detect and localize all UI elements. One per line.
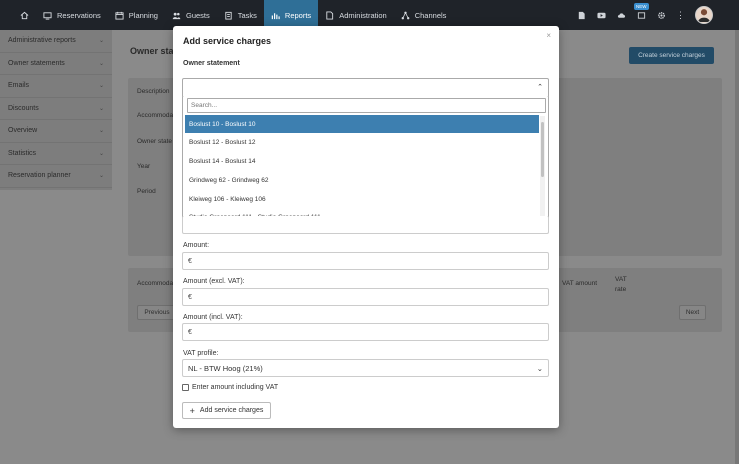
table-header-vat-rate: VAT rate: [615, 276, 627, 293]
nav-planning-label: Planning: [128, 10, 158, 20]
table-header-accommodation: Accommoda: [137, 280, 174, 287]
nav-reservations[interactable]: Reservations: [36, 0, 108, 30]
sidebar-item-label: Reservation planner: [8, 172, 71, 180]
nav-guests-label: Guests: [185, 10, 210, 20]
new-feature-icon[interactable]: NEW: [634, 3, 649, 20]
owner-statement-field-label: Owner statement: [183, 60, 240, 67]
plus-icon: +: [189, 405, 195, 416]
chevron-down-icon: ⌄: [98, 128, 104, 135]
page-scrollbar[interactable]: [735, 30, 739, 464]
dropdown-search-input[interactable]: [187, 98, 546, 113]
dropdown-option[interactable]: Boslust 10 - Boslust 10: [185, 115, 539, 133]
chart-icon: [271, 11, 280, 20]
sidebar-item-administrative-reports[interactable]: Administrative reports ⌄: [0, 30, 112, 53]
chevron-down-icon: ⌄: [98, 105, 104, 112]
nav-reports-label: Reports: [284, 10, 312, 20]
sidebar-item-overview[interactable]: Overview ⌄: [0, 120, 112, 143]
include-vat-checkbox[interactable]: [182, 384, 189, 391]
add-service-charges-button[interactable]: + Add service charges: [182, 402, 271, 419]
hidden-field-input[interactable]: [182, 216, 549, 234]
dropdown-option[interactable]: Kleiweg 106 - Kleiweg 106: [185, 190, 539, 208]
add-service-charges-modal: Add service charges × Owner statement ⌃ …: [173, 26, 559, 428]
owner-statement-label: Owner state: [137, 138, 173, 145]
chevron-down-icon: ⌄: [98, 60, 104, 67]
nav-planning[interactable]: Planning: [108, 0, 165, 30]
chevron-down-icon: ⌄: [98, 38, 104, 45]
amount-excl-vat-input[interactable]: €: [182, 288, 549, 306]
add-service-charges-label: Add service charges: [199, 407, 264, 414]
sidebar-item-discounts[interactable]: Discounts ⌄: [0, 98, 112, 120]
vat-profile-label: VAT profile:: [183, 350, 219, 357]
sidebar-item-label: Emails: [8, 82, 30, 90]
sidebar-item-owner-statements[interactable]: Owner statements ⌄: [0, 53, 112, 75]
accommodation-label: Accommoda: [137, 112, 174, 119]
previous-button[interactable]: Previous: [137, 305, 177, 320]
nav-reservations-label: Reservations: [57, 10, 101, 20]
nav-channels-label: Channels: [414, 10, 447, 20]
owner-statement-dropdown: Boslust 10 - Boslust 10 Boslust 12 - Bos…: [182, 97, 549, 218]
tv-icon: [43, 11, 52, 20]
home-icon: [20, 11, 29, 20]
currency-symbol: €: [188, 257, 192, 265]
nav-tasks-label: Tasks: [237, 10, 257, 20]
amount-incl-vat-label: Amount (incl. VAT):: [183, 314, 243, 321]
owner-statement-select[interactable]: ⌃: [182, 78, 549, 98]
file-icon: [325, 10, 334, 20]
create-service-charges-button[interactable]: Create service charges: [629, 47, 714, 64]
include-vat-checkbox-row[interactable]: Enter amount including VAT: [182, 384, 278, 391]
chevron-up-icon: ⌃: [537, 84, 543, 91]
currency-symbol: €: [188, 328, 192, 336]
nav-administration-label: Administration: [339, 10, 387, 20]
description-label: Description: [137, 88, 170, 95]
sidebar-item-emails[interactable]: Emails ⌄: [0, 75, 112, 98]
period-label: Period: [137, 188, 156, 195]
chevron-down-icon: ⌄: [98, 173, 104, 180]
vat-profile-value: NL - BTW Hoog (21%): [188, 363, 263, 373]
sidebar-item-label: Discounts: [8, 104, 39, 112]
users-icon: [172, 11, 181, 20]
close-icon[interactable]: ×: [546, 31, 551, 40]
sidebar-item-label: Administrative reports: [8, 37, 76, 45]
modal-title: Add service charges: [183, 36, 272, 46]
amount-excl-vat-label: Amount (excl. VAT):: [183, 278, 245, 285]
dropdown-option[interactable]: Grindweg 62 - Grindweg 62: [185, 171, 539, 189]
sidebar: Administrative reports ⌄ Owner statements…: [0, 30, 112, 190]
chevron-down-icon: ⌄: [98, 83, 104, 90]
amount-label: Amount:: [183, 242, 210, 249]
more-menu-icon[interactable]: ⋮: [676, 10, 685, 21]
cloud-download-icon[interactable]: [616, 10, 626, 20]
vat-profile-select[interactable]: NL - BTW Hoog (21%) ⌄: [182, 359, 549, 377]
amount-input[interactable]: €: [182, 252, 549, 270]
chevron-down-icon: ⌄: [536, 363, 543, 373]
calendar-icon: [115, 11, 124, 20]
invoice-icon[interactable]: [576, 10, 586, 20]
nav-home[interactable]: [0, 0, 36, 30]
chevron-down-icon: ⌄: [98, 150, 104, 157]
currency-symbol: €: [188, 293, 192, 301]
include-vat-checkbox-label: Enter amount including VAT: [192, 384, 279, 391]
page-title: Owner stat: [130, 46, 177, 56]
sidebar-item-label: Statistics: [8, 149, 37, 157]
next-button[interactable]: Next: [679, 305, 706, 320]
amount-incl-vat-input[interactable]: €: [182, 323, 549, 341]
sidebar-item-statistics[interactable]: Statistics ⌄: [0, 143, 112, 165]
clipboard-icon: [224, 11, 233, 20]
dropdown-option[interactable]: Boslust 14 - Boslust 14: [185, 153, 539, 171]
year-label: Year: [137, 163, 151, 170]
youtube-icon[interactable]: [596, 10, 606, 20]
new-badge: NEW: [634, 3, 649, 10]
dropdown-option[interactable]: Boslust 12 - Boslust 12: [185, 134, 539, 152]
dropdown-scrollbar[interactable]: [540, 116, 545, 216]
gear-icon[interactable]: [656, 10, 666, 20]
dropdown-options: Boslust 10 - Boslust 10 Boslust 12 - Bos…: [185, 115, 539, 218]
avatar[interactable]: [695, 6, 713, 24]
sidebar-item-reservation-planner[interactable]: Reservation planner ⌄: [0, 165, 112, 188]
sidebar-item-label: Owner statements: [8, 59, 65, 67]
scrollbar-thumb[interactable]: [541, 122, 544, 177]
network-icon: [401, 11, 410, 20]
table-header-vat-amount: VAT amount: [562, 280, 598, 287]
nav-right-tools: NEW ⋮: [576, 0, 739, 30]
sidebar-item-label: Overview: [8, 127, 38, 135]
